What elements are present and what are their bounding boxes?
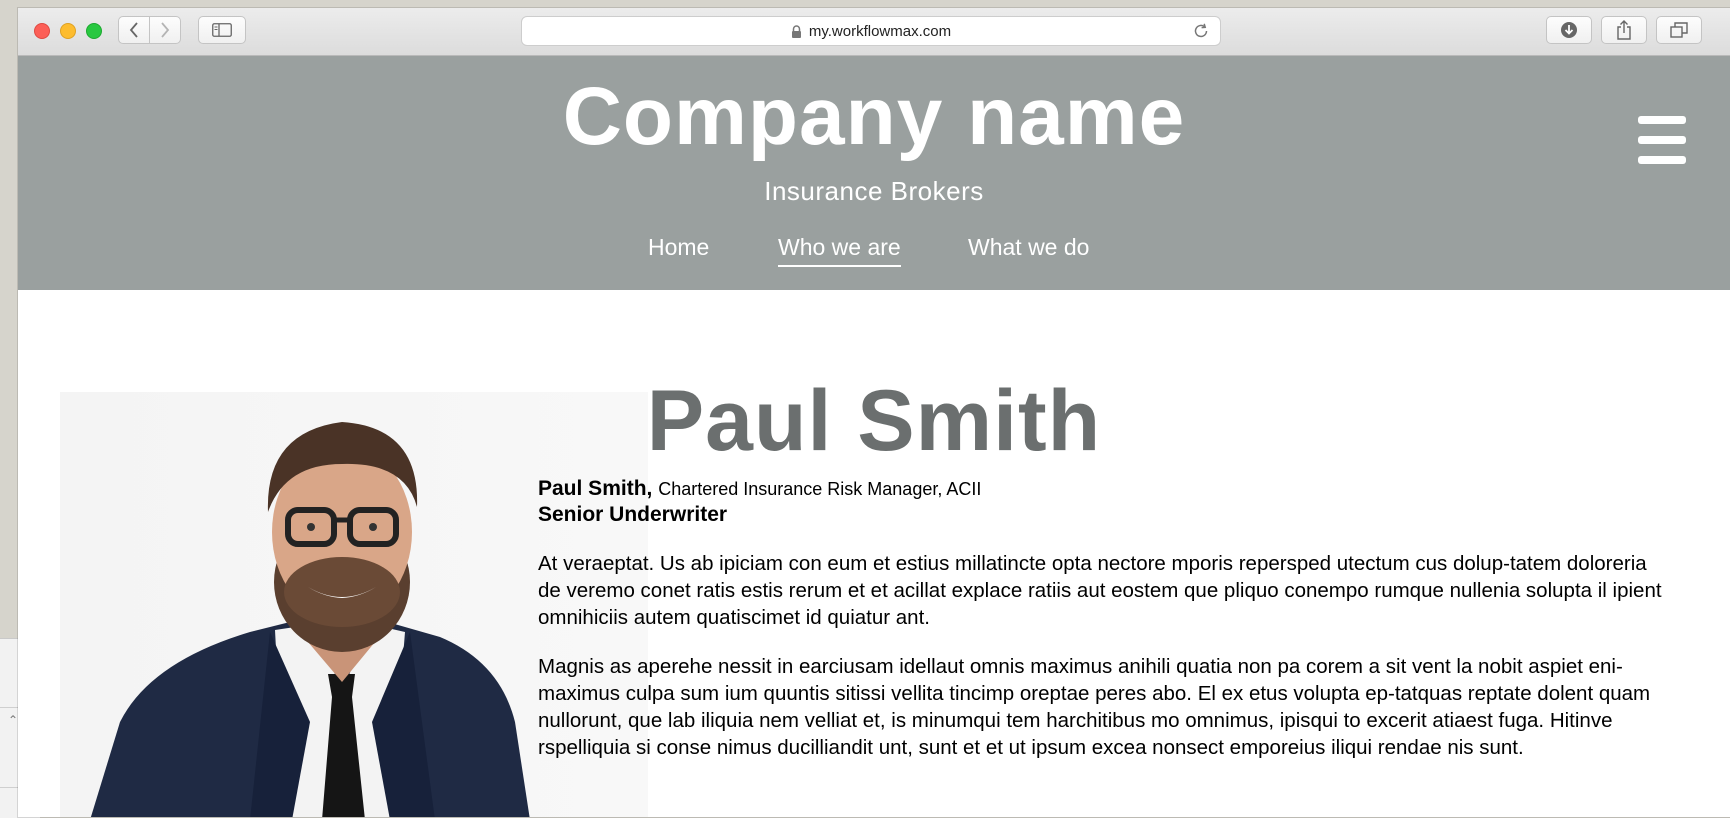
- back-button[interactable]: [118, 16, 150, 44]
- company-tagline: Insurance Brokers: [764, 176, 984, 206]
- zoom-window-button[interactable]: [86, 23, 102, 39]
- menu-bar: [1638, 116, 1686, 124]
- bio-paragraph: Magnis as aperehe nessit in earciusam id…: [538, 655, 1651, 759]
- share-button[interactable]: [1601, 16, 1647, 44]
- chevron-left-icon: [129, 22, 138, 38]
- name-line: Paul Smith, Chartered Insurance Risk Man…: [538, 476, 1668, 502]
- browser-window: my.workflowmax.com Company name Insuranc…: [18, 8, 1730, 817]
- forward-button[interactable]: [149, 16, 181, 44]
- downloads-button[interactable]: [1546, 16, 1592, 44]
- stepper-icon: ⌃: [8, 713, 19, 727]
- share-icon: [1617, 20, 1631, 40]
- chevron-right-icon: [161, 22, 170, 38]
- minimize-window-button[interactable]: [60, 23, 76, 39]
- address-bar[interactable]: my.workflowmax.com: [521, 16, 1221, 46]
- sidebar-icon: [212, 23, 232, 37]
- close-window-button[interactable]: [34, 23, 50, 39]
- profile-bio: Paul Smith, Chartered Insurance Risk Man…: [538, 476, 1668, 761]
- hamburger-menu-icon[interactable]: [1638, 116, 1686, 164]
- profile-content: Paul Smith Paul Smith, Chartered Insuran…: [18, 290, 1730, 817]
- profile-heading: Paul Smith: [646, 372, 1102, 469]
- sidebar-toggle-button[interactable]: [198, 16, 246, 44]
- browser-toolbar: my.workflowmax.com: [18, 8, 1730, 56]
- profile-name: Paul Smith,: [538, 477, 653, 500]
- tabs-icon: [1670, 22, 1688, 38]
- nav-home[interactable]: Home: [648, 234, 709, 261]
- main-nav: Home Who we are What we do: [18, 234, 1730, 270]
- url-text: my.workflowmax.com: [808, 22, 952, 40]
- menu-bar: [1638, 136, 1686, 144]
- company-name[interactable]: Company name: [18, 76, 1730, 158]
- nav-what-we-do[interactable]: What we do: [968, 234, 1089, 261]
- download-icon: [1561, 22, 1577, 38]
- reload-icon[interactable]: [1192, 22, 1210, 40]
- lock-icon: [791, 24, 802, 38]
- bio-paragraph: At veraeptat. Us ab ipiciam con eum et e…: [538, 552, 1662, 629]
- tab-overview-button[interactable]: [1656, 16, 1702, 44]
- profile-role: Senior Underwriter: [538, 503, 728, 526]
- profile-qualifications: Chartered Insurance Risk Manager, ACII: [658, 479, 982, 499]
- menu-bar: [1638, 156, 1686, 164]
- nav-who-we-are[interactable]: Who we are: [778, 234, 901, 267]
- site-header: Company name Insurance Brokers Home Who …: [18, 56, 1730, 290]
